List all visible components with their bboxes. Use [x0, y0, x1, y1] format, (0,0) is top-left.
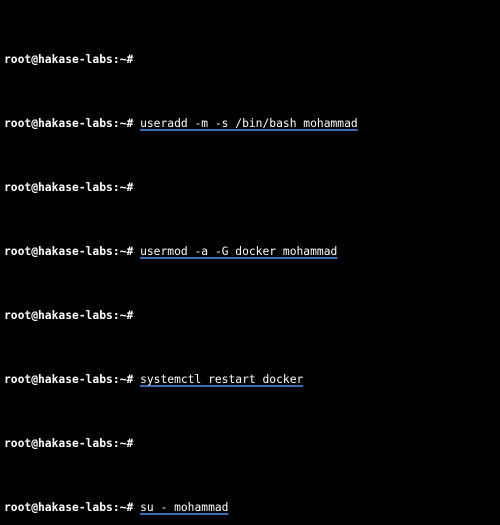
- shell-line: root@hakase-labs:~# usermod -a -G docker…: [4, 244, 496, 260]
- shell-line: root@hakase-labs:~#: [4, 180, 496, 196]
- shell-line: root@hakase-labs:~#: [4, 308, 496, 324]
- prompt-root: root@hakase-labs:~: [4, 181, 126, 194]
- prompt-root: root@hakase-labs:~: [4, 501, 126, 514]
- shell-line: root@hakase-labs:~#: [4, 436, 496, 452]
- shell-line: root@hakase-labs:~#: [4, 52, 496, 68]
- command-useradd: useradd -m -s /bin/bash mohammad: [140, 117, 358, 130]
- shell-line: root@hakase-labs:~# useradd -m -s /bin/b…: [4, 116, 496, 132]
- shell-line: root@hakase-labs:~# systemctl restart do…: [4, 372, 496, 388]
- prompt-root: root@hakase-labs:~: [4, 53, 126, 66]
- command-systemctl: systemctl restart docker: [140, 373, 303, 386]
- terminal[interactable]: root@hakase-labs:~# root@hakase-labs:~# …: [0, 0, 500, 525]
- prompt-root: root@hakase-labs:~: [4, 245, 126, 258]
- prompt-root: root@hakase-labs:~: [4, 309, 126, 322]
- command-su: su - mohammad: [140, 501, 228, 514]
- prompt-root: root@hakase-labs:~: [4, 437, 126, 450]
- prompt-root: root@hakase-labs:~: [4, 373, 126, 386]
- shell-line: root@hakase-labs:~# su - mohammad: [4, 500, 496, 516]
- command-usermod: usermod -a -G docker mohammad: [140, 245, 337, 258]
- prompt-root: root@hakase-labs:~: [4, 117, 126, 130]
